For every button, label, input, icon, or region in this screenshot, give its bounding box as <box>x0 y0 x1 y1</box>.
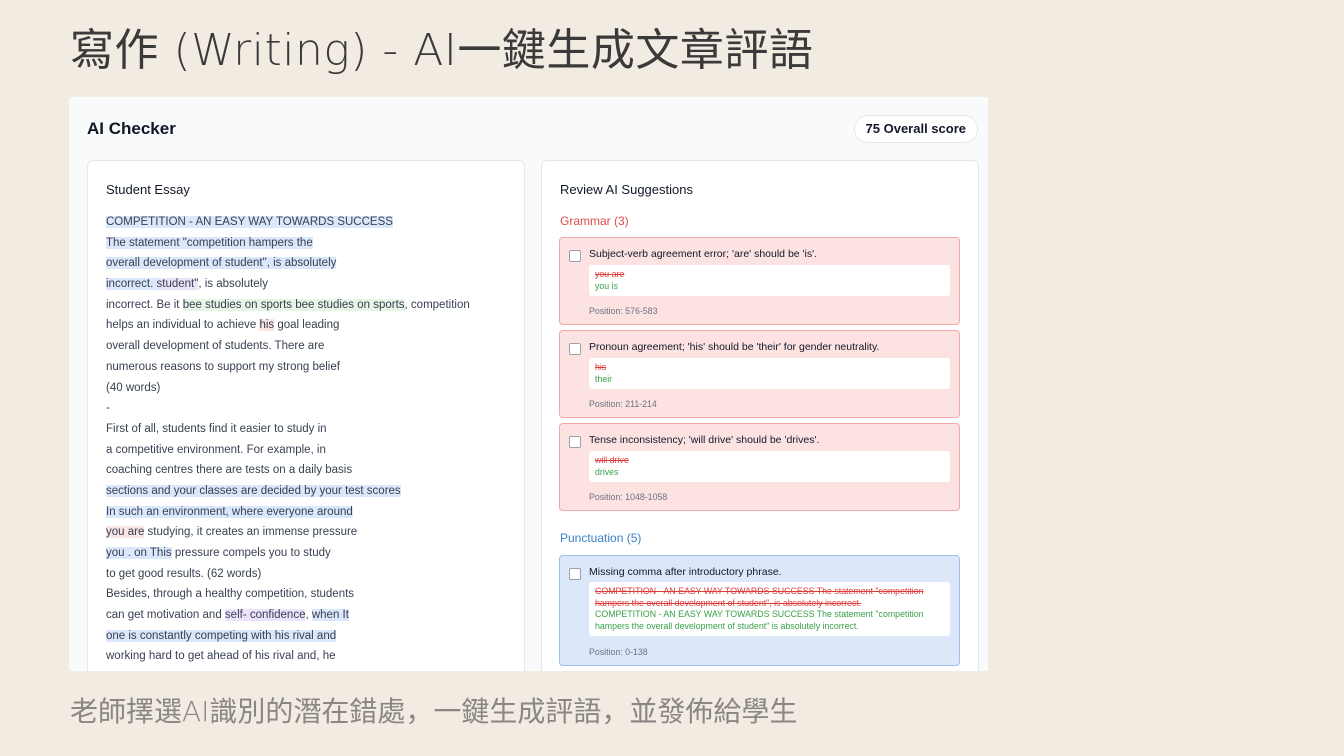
slide-caption: 老師擇選AI識別的潛在錯處，一鍵生成評語，並發佈給學生 <box>70 695 798 728</box>
suggestions-panel-title: Review AI Suggestions <box>560 182 693 197</box>
essay-line: working hard to get ahead of his rival a… <box>106 646 511 667</box>
corrected-text: you is <box>595 280 618 291</box>
highlighted-issue[interactable]: In such an environment, where everyone a… <box>106 505 353 518</box>
suggestion-checkbox[interactable] <box>569 436 581 448</box>
essay-text-segment: incorrect. Be it <box>106 298 183 311</box>
essay-text-segment: studying, it creates an immense pressure <box>144 526 358 539</box>
essay-line: incorrect. student", is absolutely <box>106 274 511 295</box>
suggestion-diff: COMPETITION - AN EASY WAY TOWARDS SUCCES… <box>589 582 950 637</box>
highlighted-issue[interactable]: The statement "competition hampers the <box>106 236 313 249</box>
grammar-suggestion-card[interactable]: Pronoun agreement; 'his' should be 'thei… <box>559 330 960 418</box>
highlighted-issue[interactable]: when It <box>311 609 349 622</box>
essay-panel-title: Student Essay <box>106 182 190 197</box>
essay-line: one is constantly competing with his riv… <box>106 626 511 647</box>
suggestion-diff: will drive drives <box>589 451 950 483</box>
highlighted-issue[interactable]: COMPETITION - AN EASY WAY TOWARDS SUCCES… <box>106 216 393 228</box>
overall-score-badge: 75 Overall score <box>853 115 978 143</box>
highlighted-issue[interactable]: his <box>259 319 275 332</box>
suggestion-diff: his their <box>589 358 950 390</box>
essay-line: In such an environment, where everyone a… <box>106 502 511 523</box>
essay-line: First of all, students find it easier to… <box>106 419 511 440</box>
highlighted-issue[interactable]: bee studies on sports bee studies on spo… <box>182 298 405 311</box>
essay-text-segment: coaching centres there are tests on a da… <box>106 464 353 477</box>
essay-line: helps an individual to achieve his goal … <box>106 315 511 336</box>
suggestion-checkbox[interactable] <box>569 343 581 355</box>
student-essay-panel: Student Essay COMPETITION - AN EASY WAY … <box>87 160 525 671</box>
highlighted-issue[interactable]: incorrect. <box>106 278 157 291</box>
suggestion-diff: you are you is <box>589 265 950 297</box>
app-header: AI Checker 75 Overall score <box>69 97 988 159</box>
essay-text: COMPETITION - AN EASY WAY TOWARDS SUCCES… <box>106 212 511 667</box>
grammar-section-title: Grammar (3) <box>560 214 629 228</box>
essay-line: coaching centres there are tests on a da… <box>106 460 511 481</box>
ai-checker-app: AI Checker 75 Overall score Student Essa… <box>69 97 988 671</box>
essay-text-segment: Besides, through a healthy competition, … <box>106 588 355 601</box>
highlighted-issue[interactable]: one is constantly competing with his riv… <box>106 629 337 642</box>
suggestion-message: Pronoun agreement; 'his' should be 'thei… <box>589 341 880 353</box>
essay-text-segment: working hard to get ahead of his rival a… <box>106 650 336 663</box>
essay-line: overall development of students. There a… <box>106 336 511 357</box>
corrected-text: their <box>595 373 613 384</box>
essay-line: incorrect. Be it bee studies on sports b… <box>106 295 511 316</box>
essay-text-segment: First of all, students find it easier to… <box>106 422 327 435</box>
essay-line: sections and your classes are decided by… <box>106 481 511 502</box>
punctuation-suggestion-card[interactable]: Missing comma after introductory phrase.… <box>559 555 960 666</box>
essay-text-segment: a competitive environment. For example, … <box>106 443 326 456</box>
original-text: his <box>595 362 607 372</box>
essay-line: a competitive environment. For example, … <box>106 440 511 461</box>
essay-text-segment: goal leading <box>274 319 340 332</box>
essay-text-segment: , competition <box>404 298 470 311</box>
essay-line: Besides, through a healthy competition, … <box>106 584 511 605</box>
highlighted-issue[interactable]: student" <box>156 278 199 291</box>
suggestion-position: Position: 1048-1058 <box>589 492 668 502</box>
original-text: COMPETITION - AN EASY WAY TOWARDS SUCCES… <box>595 586 924 608</box>
suggestion-checkbox[interactable] <box>569 568 581 580</box>
essay-text-segment: - <box>106 402 110 415</box>
essay-text-segment: (40 words) <box>106 381 161 394</box>
essay-text-segment: helps an individual to achieve <box>106 319 260 332</box>
essay-line: overall development of student", is abso… <box>106 253 511 274</box>
essay-line: can get motivation and self- confidence,… <box>106 605 511 626</box>
essay-line: COMPETITION - AN EASY WAY TOWARDS SUCCES… <box>106 212 511 233</box>
suggestion-checkbox[interactable] <box>569 250 581 262</box>
suggestion-message: Missing comma after introductory phrase. <box>589 566 782 578</box>
suggestion-position: Position: 576-583 <box>589 306 658 316</box>
grammar-suggestion-card[interactable]: Subject-verb agreement error; 'are' shou… <box>559 237 960 325</box>
highlighted-issue[interactable]: you . on This <box>106 547 172 559</box>
highlighted-issue[interactable]: you are <box>106 526 145 539</box>
suggestion-position: Position: 0-138 <box>589 647 648 657</box>
essay-text-segment: pressure compels you to study <box>171 547 331 559</box>
essay-text-segment: can get motivation and <box>106 609 225 622</box>
punctuation-section-title: Punctuation (5) <box>560 531 642 545</box>
highlighted-issue[interactable]: sections and your classes are decided by… <box>106 484 401 497</box>
highlighted-issue[interactable]: self- confidence <box>224 609 306 622</box>
essay-line: you . on This pressure compels you to st… <box>106 543 511 564</box>
essay-line: numerous reasons to support my strong be… <box>106 357 511 378</box>
essay-text-segment: , is absolutely <box>198 278 268 291</box>
essay-line: (40 words) <box>106 378 511 399</box>
original-text: will drive <box>595 455 629 465</box>
essay-line: to get good results. (62 words) <box>106 564 511 585</box>
app-title: AI Checker <box>87 119 176 138</box>
corrected-text: COMPETITION - AN EASY WAY TOWARDS SUCCES… <box>595 609 924 631</box>
essay-line: - <box>106 398 511 419</box>
essay-text-segment: to get good results. (62 words) <box>106 567 262 580</box>
essay-line: you are studying, it creates an immense … <box>106 522 511 543</box>
suggestion-message: Tense inconsistency; 'will drive' should… <box>589 434 820 446</box>
essay-line: The statement "competition hampers the <box>106 233 511 254</box>
essay-text-segment: numerous reasons to support my strong be… <box>106 360 340 373</box>
grammar-suggestion-card[interactable]: Tense inconsistency; 'will drive' should… <box>559 423 960 511</box>
essay-text-segment: , <box>305 609 312 622</box>
slide-title: 寫作 (Writing) - AI一鍵生成文章評語 <box>70 25 814 76</box>
original-text: you are <box>595 269 625 279</box>
suggestion-message: Subject-verb agreement error; 'are' shou… <box>589 248 818 260</box>
essay-text-segment: overall development of students. There a… <box>106 340 325 353</box>
suggestion-position: Position: 211-214 <box>589 399 657 409</box>
corrected-text: drives <box>595 466 619 477</box>
highlighted-issue[interactable]: overall development of student", is abso… <box>106 257 337 270</box>
suggestions-panel: Review AI Suggestions Grammar (3) Subjec… <box>541 160 979 671</box>
